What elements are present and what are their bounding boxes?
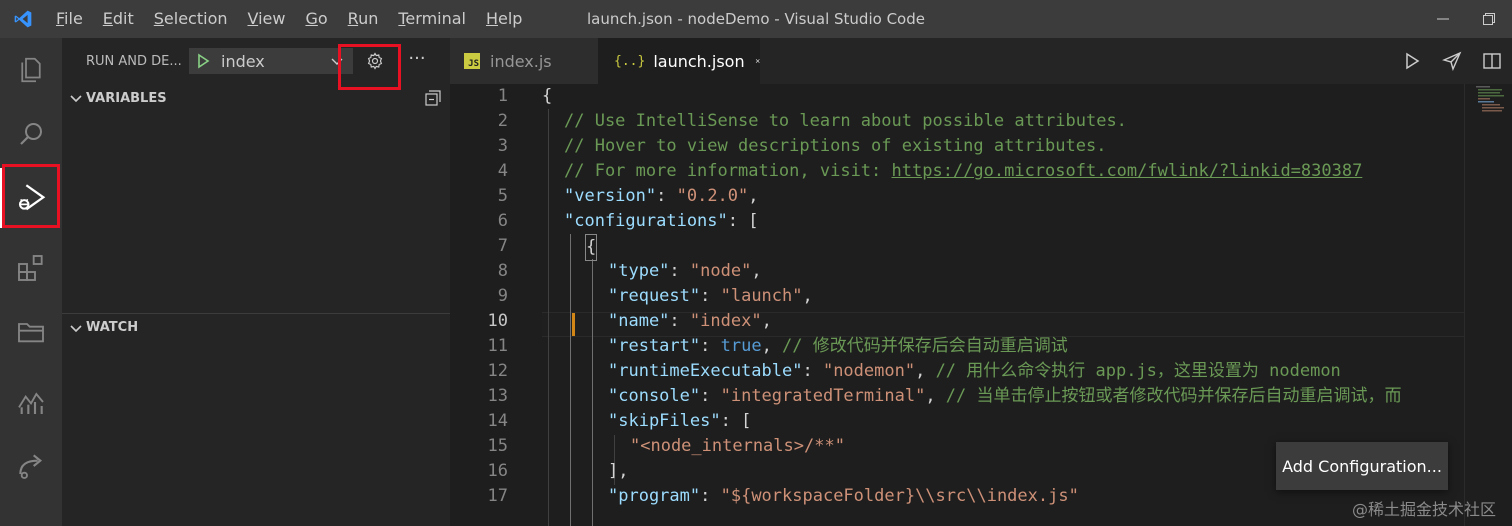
fwlink-url[interactable]: https://go.microsoft.com/fwlink/?linkid=…: [892, 161, 1363, 181]
launch-config-select[interactable]: index: [189, 48, 353, 74]
window-controls: [1420, 0, 1512, 38]
send-icon: [1442, 51, 1462, 71]
send-button[interactable]: [1432, 38, 1472, 84]
variables-section-header[interactable]: VARIABLES: [62, 84, 450, 112]
folder-button[interactable]: [0, 302, 62, 362]
chart-icon: [18, 392, 44, 414]
menu-selection[interactable]: Selection: [144, 0, 238, 38]
menu-run[interactable]: Run: [338, 0, 389, 38]
collapse-all-icon[interactable]: [424, 89, 442, 107]
menu-terminal[interactable]: Terminal: [388, 0, 476, 38]
minimize-button[interactable]: [1420, 0, 1466, 38]
open-launch-json-button[interactable]: [360, 51, 390, 71]
split-editor-icon: [1483, 53, 1501, 69]
minimap[interactable]: [1472, 84, 1512, 144]
menu-help[interactable]: Help: [476, 0, 532, 38]
launch-config-name: index: [221, 51, 265, 71]
editor-actions: [1392, 38, 1512, 84]
code-line: 1{: [497, 86, 553, 106]
js-file-icon: JS: [464, 53, 480, 69]
menu-view[interactable]: View: [238, 0, 296, 38]
code-line: 7{: [450, 234, 1512, 261]
chevron-down-icon: [70, 95, 82, 103]
chart-button[interactable]: [0, 372, 62, 432]
split-editor-button[interactable]: [1472, 38, 1512, 84]
title-bar: File Edit Selection View Go Run Terminal…: [0, 0, 1512, 38]
explorer-button[interactable]: [0, 40, 62, 100]
vscode-logo-icon: [0, 0, 46, 38]
run-file-button[interactable]: [1392, 38, 1432, 84]
menu-file[interactable]: File: [46, 0, 93, 38]
code-line: 12 "runtimeExecutable": "nodemon", // 用什么…: [487, 361, 1341, 381]
folder-icon: [18, 323, 44, 343]
json-file-icon: {..}: [614, 53, 646, 69]
code-line: 11 "restart": true, // 修改代码并保存后会自动重启调试: [487, 336, 1068, 356]
chevron-down-icon: [331, 58, 343, 65]
code-line: 5 "version": "0.2.0",: [497, 186, 759, 206]
extensions-icon: [18, 255, 43, 281]
activity-bar: [0, 38, 62, 526]
code-line: 14 "skipFiles": [: [487, 411, 752, 431]
menu-go[interactable]: Go: [295, 0, 337, 38]
gear-icon: [367, 52, 383, 70]
menu-bar: File Edit Selection View Go Run Terminal…: [46, 0, 532, 38]
restore-icon: [1483, 13, 1495, 25]
tab-bar: JS index.js {..} launch.json: [450, 38, 1512, 84]
remote-icon: [19, 454, 43, 479]
menu-edit[interactable]: Edit: [93, 0, 144, 38]
code-line: 3// Hover to view descriptions of existi…: [497, 136, 1107, 156]
code-line: 2// Use IntelliSense to learn about poss…: [497, 111, 1127, 131]
watch-title: WATCH: [86, 320, 139, 335]
chevron-down-icon: [70, 324, 82, 332]
code-line: 10 "name": "index",: [487, 311, 772, 331]
close-icon[interactable]: [755, 53, 760, 69]
search-icon: [20, 123, 42, 145]
tab-launch-json[interactable]: {..} launch.json: [598, 38, 760, 84]
remote-button[interactable]: [0, 436, 62, 496]
play-icon: [1406, 52, 1420, 70]
extensions-button[interactable]: [0, 238, 62, 298]
tab-label: launch.json: [653, 51, 745, 71]
code-line: 4// For more information, visit: https:/…: [497, 161, 1363, 181]
code-line: 8 "type": "node",: [497, 261, 762, 281]
tab-label: index.js: [490, 51, 552, 71]
add-configuration-button[interactable]: Add Configuration...: [1276, 442, 1448, 490]
watermark: @稀土掘金技术社区: [1351, 500, 1496, 519]
run-debug-sidebar: RUN AND DE... index ··· VARIABLES WATCH: [62, 38, 450, 526]
sidebar-title: RUN AND DE...: [86, 53, 182, 69]
run-debug-icon: [18, 184, 46, 211]
variables-title: VARIABLES: [86, 90, 167, 106]
watch-section-header[interactable]: WATCH: [62, 313, 450, 341]
code-line: 13 "console": "integratedTerminal", // 当单…: [487, 386, 1402, 406]
start-debugging-icon[interactable]: [195, 53, 211, 69]
files-icon: [21, 57, 41, 83]
tab-index-js[interactable]: JS index.js: [450, 38, 598, 84]
editor-area: JS index.js {..} launch.json 1 {2 // Us…: [450, 38, 1512, 526]
code-line: 9 "request": "launch",: [497, 286, 813, 306]
code-line: 6 "configurations": [: [497, 211, 759, 231]
minimize-icon: [1437, 18, 1449, 20]
editor-ruler: [1464, 84, 1465, 526]
restore-button[interactable]: [1466, 0, 1512, 38]
run-debug-button[interactable]: [0, 168, 62, 228]
search-button[interactable]: [0, 104, 62, 164]
more-actions-button[interactable]: ···: [402, 46, 432, 76]
